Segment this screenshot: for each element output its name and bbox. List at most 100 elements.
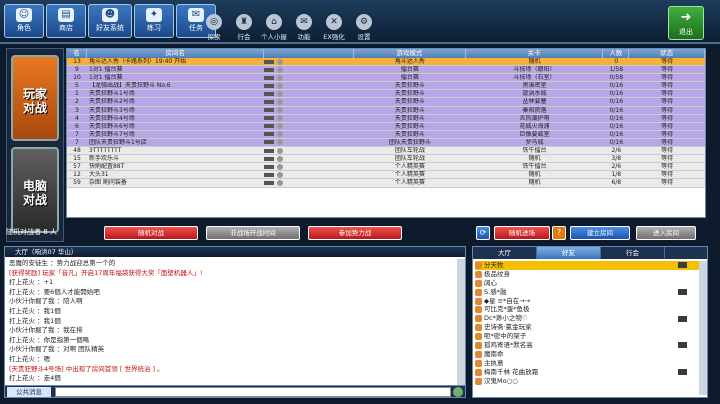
- table-row[interactable]: 12 大头31 个人精英赛 随机 1/8 等待: [67, 171, 705, 180]
- room-status: 等待: [661, 155, 674, 163]
- send-icon[interactable]: [453, 387, 463, 397]
- friends-scrollbar[interactable]: [699, 261, 707, 395]
- table-row[interactable]: 15 新手欢乐斗 团队车轮战 随机 3/8 等待: [67, 155, 705, 164]
- guild-icon: ♜: [236, 14, 252, 30]
- room-count: 6/8: [611, 179, 622, 187]
- friend-item[interactable]: 呃*密中的架子: [475, 332, 707, 341]
- lock-icon: [277, 74, 284, 81]
- friend-item[interactable]: S.感*融: [475, 288, 707, 297]
- lock-icon: [277, 58, 284, 65]
- room-status: 等待: [661, 179, 674, 187]
- create-room-button[interactable]: 建立房间: [570, 226, 630, 240]
- friend-item[interactable]: 魔南命: [475, 350, 707, 359]
- tab-lobby[interactable]: 大厅: [473, 247, 537, 259]
- table-row[interactable]: 2 天贵狂野斗2号场 天贵狂野斗 丛林要塞 0/16 等待: [67, 98, 705, 107]
- table-row[interactable]: 7 天贵狂野斗7号场 天贵狂野斗 巨像要威室 0/16 等待: [67, 130, 705, 139]
- join-force-button[interactable]: 参加势力战: [308, 226, 402, 240]
- friend-item[interactable]: 孤鸡寄语*默名高: [475, 341, 707, 350]
- tool-explore[interactable]: ◎ 探索: [200, 14, 228, 41]
- chat-input[interactable]: [55, 387, 451, 397]
- friend-item[interactable]: 可比克*蛋*鱼极: [475, 305, 707, 314]
- table-row[interactable]: 1 天贵狂野斗1号场 天贵狂野斗 旋涡水城 0/16 等待: [67, 90, 705, 99]
- room-count: 0/16: [609, 138, 624, 146]
- tool-function[interactable]: ✉ 功能: [290, 14, 318, 41]
- friend-item[interactable]: 主执意: [475, 359, 707, 368]
- room-status: 等待: [661, 90, 674, 98]
- chat-input-bar: 公共消息: [5, 385, 465, 397]
- room-count: 0/16: [609, 106, 624, 114]
- table-row[interactable]: 9 1对1 擂台赛 擂台赛 斗技场（朝阳） 1/58 等待: [67, 66, 705, 75]
- filter-button[interactable]: 非战场开战时间: [206, 226, 300, 240]
- friend-item[interactable]: 梅南千林 花曲放霜: [475, 368, 707, 377]
- room-stage: 花城火海浦: [519, 122, 550, 130]
- enter-room-button[interactable]: 进入房间: [636, 226, 696, 240]
- nav-button-character[interactable]: ☺ 角色: [4, 4, 44, 38]
- table-row[interactable]: 4 天贵狂野斗4号场 天贵狂野斗 炎热潮护哨 0/16 等待: [67, 114, 705, 123]
- tool-ex[interactable]: ✕ EX强化: [320, 14, 348, 41]
- random-battle-button[interactable]: 随机对战: [104, 226, 198, 240]
- room-count: 0/16: [609, 82, 624, 90]
- room-mode: 天贵狂野斗: [394, 82, 425, 90]
- tool-guild[interactable]: ♜ 行会: [230, 14, 258, 41]
- weapon-icon: [264, 116, 275, 121]
- table-row[interactable]: 48 3TTTTTTTT 团队车轮战 铁牛擂台 2/6 等待: [67, 147, 705, 156]
- room-stage: 黑溪密室: [522, 82, 547, 90]
- friend-item[interactable]: 分天牧: [475, 261, 707, 270]
- table-row[interactable]: 57 快刷配置88T 个人精英赛 铁牛擂台 2/6 等待: [67, 163, 705, 172]
- room-stage: 斗技场（石室）: [513, 74, 556, 82]
- room-number: 3: [75, 106, 79, 114]
- room-status: 等待: [661, 130, 674, 138]
- nav-button-friends[interactable]: ☻ 好友系统: [88, 4, 132, 38]
- channel-select[interactable]: 公共消息: [7, 387, 51, 397]
- room-name: 天贵狂野斗6号场: [88, 122, 135, 130]
- lock-icon: [277, 107, 284, 114]
- table-row[interactable]: 10 1对1 擂台赛 擂台赛 斗技场（石室） 0/58 等待: [67, 74, 705, 83]
- exit-button[interactable]: ➜ 退出: [668, 6, 704, 40]
- friend-item[interactable]: 汉鬼Mo○○: [475, 377, 707, 386]
- room-mode: 团队天贵狂野斗: [388, 138, 431, 146]
- chat-message: 打上花火 ：我1個: [9, 316, 61, 325]
- table-row[interactable]: 5 【龙骑出战】天贵狂野斗 No.6 天贵狂野斗 黑溪密室 0/16 等待: [67, 82, 705, 91]
- avatar-icon: [475, 324, 482, 332]
- room-number: 6: [75, 122, 79, 130]
- tool-settings[interactable]: ⚙ 设置: [350, 14, 378, 41]
- tab-friends[interactable]: 好友: [537, 247, 601, 259]
- friend-item[interactable]: 极品纹身: [475, 270, 707, 279]
- friend-item[interactable]: 阔心: [475, 279, 707, 288]
- nav-button-practice[interactable]: ✦ 练习: [134, 4, 174, 38]
- table-row[interactable]: 59 杂图 刷问装备 个人精英赛 随机 6/8 等待: [67, 179, 705, 188]
- nav-button-shop[interactable]: ▤ 商店: [46, 4, 86, 38]
- friend-item[interactable]: 史诗斋·氯金玩家: [475, 323, 707, 332]
- help-button[interactable]: ?: [552, 226, 566, 240]
- table-row[interactable]: 3 天贵狂野斗3号场 天贵狂野斗 秦阳院落 0/16 等待: [67, 106, 705, 115]
- random-enter-button[interactable]: 随机进场: [494, 226, 550, 240]
- person-icon: ☺: [16, 8, 32, 22]
- room-mode: 天贵狂野斗: [394, 98, 425, 106]
- friend-item[interactable]: ◆星 ≡*自在→→: [475, 297, 707, 306]
- mode-panel: 玩家 对战 电脑 对战: [6, 48, 64, 242]
- table-row[interactable]: 6 天贵狂野斗6号场 天贵狂野斗 花城火海浦 0/16 等待: [67, 122, 705, 131]
- chat-scrollbar[interactable]: [457, 259, 465, 385]
- room-status: 等待: [661, 163, 674, 171]
- tab-guild[interactable]: 行会: [601, 247, 665, 259]
- mode-cpu-battle[interactable]: 电脑 对战: [11, 147, 59, 233]
- chat-message: [获得奖励] 玩家「音凡」开启17周年福袋获得大奖「面壁机器人」!: [9, 268, 203, 277]
- mode-user-battle[interactable]: 玩家 对战: [11, 55, 59, 141]
- room-mode: 团队车轮战: [394, 147, 425, 155]
- lock-icon: [277, 171, 284, 178]
- room-name: 【龙骑出战】天贵狂野斗 No.6: [88, 82, 171, 90]
- lock-icon: [277, 147, 284, 154]
- weapon-icon: [678, 315, 687, 322]
- friends-icon: ☻: [102, 8, 118, 22]
- room-count: 0/16: [609, 90, 624, 98]
- refresh-icon[interactable]: ⟳: [476, 226, 490, 240]
- tool-house[interactable]: ⌂ 个人小屋: [260, 14, 288, 41]
- friend-item[interactable]: Dc*渺小之物♡: [475, 314, 707, 323]
- table-row[interactable]: 7 团队天贵狂野斗1号店 团队天贵狂野斗 罗马城 0/16 等待: [67, 138, 705, 148]
- table-row[interactable]: 13 角斗达人秀（卡路系列）19:40 开始 角斗达人秀 随机 0 等待: [67, 58, 705, 67]
- avatar-icon: [475, 288, 482, 296]
- friend-name: Dc*渺小之物♡: [484, 314, 528, 323]
- room-mode: 天贵狂野斗: [394, 122, 425, 130]
- room-name: 天贵狂野斗1号场: [88, 90, 135, 98]
- friend-list: 分天牧 极品纹身 阔心 S.感*融 ◆星 ≡*自在→→ 可比克*蛋*鱼极 Dc*渺小之物♡ 史…: [473, 259, 707, 385]
